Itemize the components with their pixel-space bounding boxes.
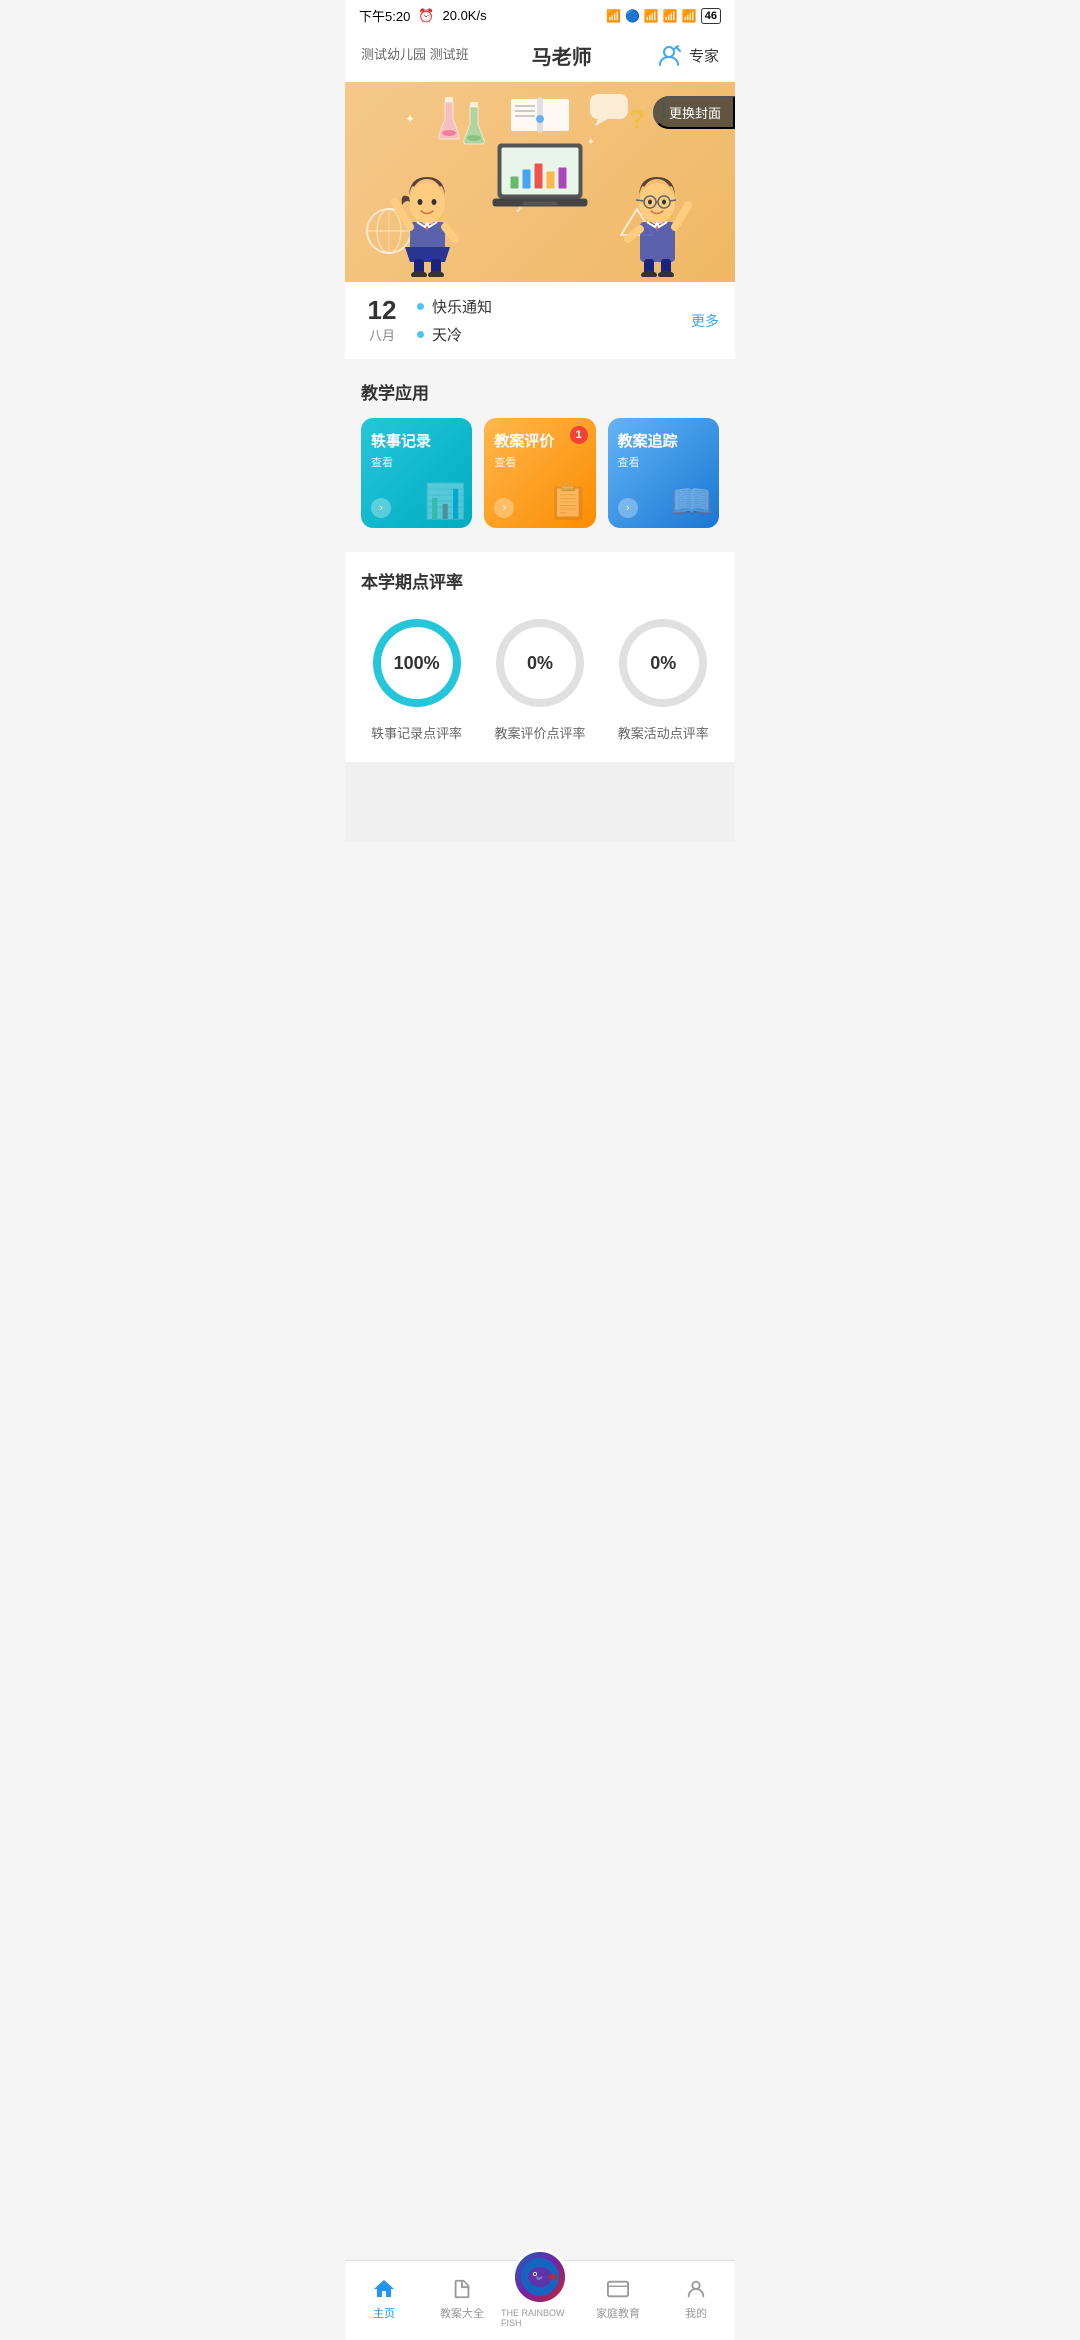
app-card-records-icon: 📊 [424,482,466,522]
status-alarm: ⏰ [418,8,434,24]
nav-item-mine[interactable]: 我的 [657,2276,735,2321]
teacher-name: 马老师 [532,41,592,70]
laptop-decoration [493,142,588,215]
status-time: 下午5:20 [359,6,410,25]
app-card-evaluation[interactable]: 1 教案评价 查看 › 📋 [484,418,595,528]
rating-item-1: 100% 轶事记录点评率 [367,613,467,742]
app-card-tracking-arrow: › [618,498,638,518]
circle-text-1: 100% [367,613,467,713]
app-card-records-title: 轶事记录 [371,430,462,451]
circle-text-2: 0% [490,613,590,713]
notice-item-2[interactable]: 天冷 [417,324,677,345]
school-class: 测试幼儿园 测试班 [361,46,469,64]
nav-label-family: 家庭教育 [596,2305,640,2321]
app-card-records-arrow: › [371,498,391,518]
circle-wrap-1: 100% [367,613,467,713]
signal-icon2: 📶 [663,9,678,23]
bottom-spacer [345,762,735,842]
app-card-records[interactable]: 轶事记录 查看 › 📊 [361,418,472,528]
teaching-apps-section: 教学应用 轶事记录 查看 › 📊 1 教案评价 查看 › 📋 教案追踪 查看 ›… [345,359,735,544]
status-network: 20.0K/s [443,8,487,23]
star-sparkle2: ✦ [587,137,595,148]
home-icon [371,2276,397,2302]
header: 测试幼儿园 测试班 马老师 专家 [345,31,735,82]
question-mark: ? [629,104,645,135]
star-sparkle: ✦ [405,112,415,126]
notice-dot-1 [417,303,424,310]
nav-item-family[interactable]: 家庭教育 [579,2276,657,2321]
family-icon [605,2276,631,2302]
notice-card: 12 八月 快乐通知 天冷 更多 [345,282,735,359]
book-decoration [511,94,569,141]
nav-item-rainbow[interactable]: THE RAINBOW FISH [501,2269,579,2328]
rainbow-fish-button[interactable] [512,2249,568,2305]
expert-icon[interactable] [655,42,683,70]
person-icon [683,2276,709,2302]
rating-item-2: 0% 教案评价点评率 [490,613,590,742]
lesson-icon [449,2276,475,2302]
app-card-tracking-icon: 📖 [671,482,713,522]
rating-section: 本学期点评率 100% 轶事记录点评率 0% 教案评价点评率 [345,552,735,762]
rating-label-1: 轶事记录点评率 [371,723,462,742]
notice-month: 八月 [361,325,403,344]
app-cards-container: 轶事记录 查看 › 📊 1 教案评价 查看 › 📋 教案追踪 查看 › 📖 [345,418,735,544]
circle-text-3: 0% [613,613,713,713]
circle-wrap-2: 0% [490,613,590,713]
app-card-evaluation-arrow: › [494,498,514,518]
status-left: 下午5:20 ⏰ 20.0K/s [359,6,487,25]
character-left [390,167,465,282]
status-right: 📶 🔵 📶 📶 📶 46 [606,8,721,24]
nav-label-rainbow: THE RAINBOW FISH [501,2308,579,2328]
notice-dot-2 [417,331,424,338]
change-cover-button[interactable]: 更换封面 [653,96,735,129]
notice-list: 快乐通知 天冷 [417,296,677,345]
signal-icon: 📶 [644,9,659,23]
app-card-tracking-title: 教案追踪 [618,430,709,451]
bottom-nav: 主页 教案大全 THE RAINBOW FISH [345,2260,735,2340]
evaluation-badge: 1 [570,426,588,444]
teaching-apps-title: 教学应用 [345,375,735,418]
nav-item-home[interactable]: 主页 [345,2276,423,2321]
banner: ? ! ♪ ✦ ✦ [345,82,735,282]
rating-title: 本学期点评率 [345,568,735,613]
app-card-evaluation-subtitle: 查看 [494,454,585,470]
more-button[interactable]: 更多 [691,311,719,331]
notice-item-1[interactable]: 快乐通知 [417,296,677,317]
character-right [620,167,695,282]
wifi-icon: 📶 [606,9,621,23]
rating-label-3: 教案活动点评率 [618,723,709,742]
speech-bubble [590,94,630,131]
rating-circles-container: 100% 轶事记录点评率 0% 教案评价点评率 0% [345,613,735,742]
rating-item-3: 0% 教案活动点评率 [613,613,713,742]
nav-label-mine: 我的 [685,2305,707,2321]
wifi2-icon: 📶 [682,9,697,23]
beaker-decoration [435,97,463,147]
bluetooth-icon: 🔵 [625,9,640,23]
notice-text-1: 快乐通知 [432,296,492,317]
battery-icon: 46 [701,8,721,24]
app-card-tracking[interactable]: 教案追踪 查看 › 📖 [608,418,719,528]
circle-wrap-3: 0% [613,613,713,713]
app-card-evaluation-icon: 📋 [547,482,589,522]
expert-label[interactable]: 专家 [689,45,719,66]
rainbow-fish-inner [515,2252,565,2302]
nav-item-lesson[interactable]: 教案大全 [423,2276,501,2321]
nav-label-home: 主页 [373,2305,395,2321]
notice-date: 12 八月 [361,296,403,344]
notice-text-2: 天冷 [432,324,462,345]
flask-decoration [460,102,488,152]
header-right: 专家 [655,42,719,70]
app-card-records-subtitle: 查看 [371,454,462,470]
app-card-tracking-subtitle: 查看 [618,454,709,470]
nav-label-lesson: 教案大全 [440,2305,484,2321]
notice-day: 12 [361,296,403,325]
rating-label-2: 教案评价点评率 [494,723,585,742]
status-bar: 下午5:20 ⏰ 20.0K/s 📶 🔵 📶 📶 📶 46 [345,0,735,31]
